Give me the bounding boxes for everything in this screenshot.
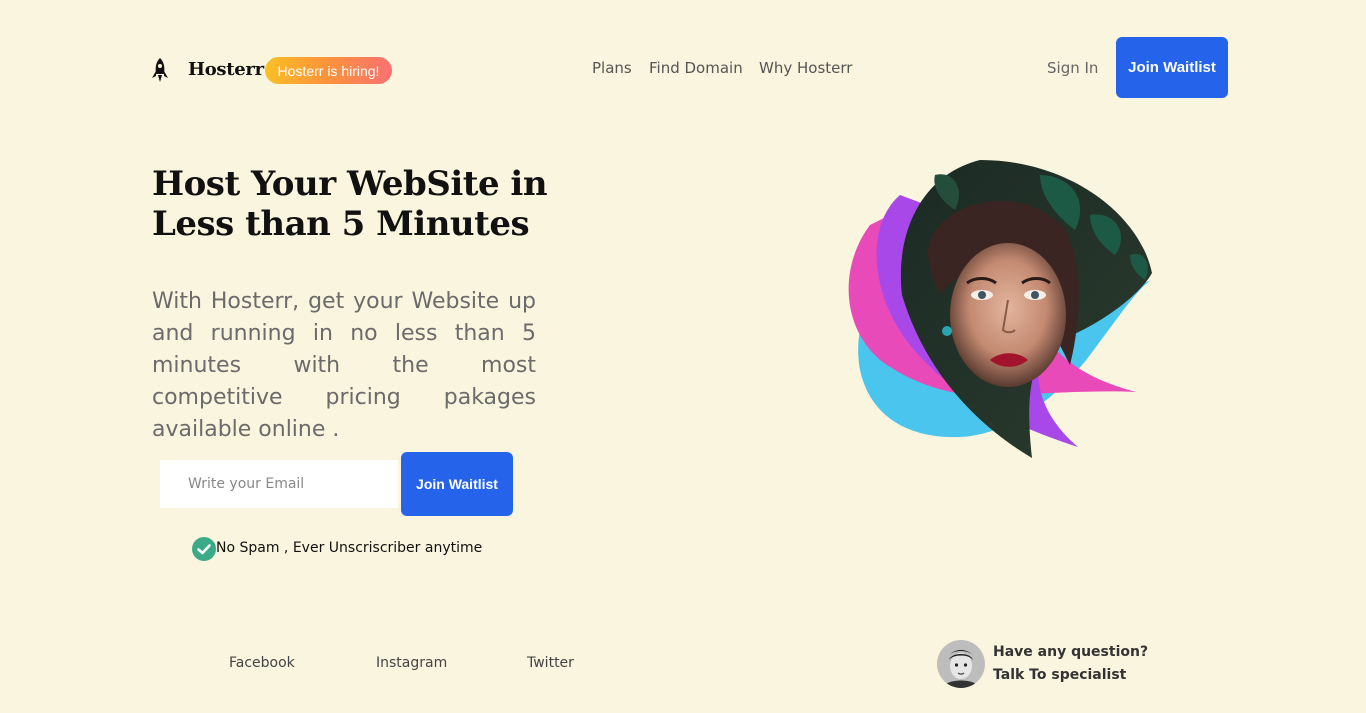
question-heading: Have any question?	[993, 644, 1149, 660]
instagram-link[interactable]: Instagram	[376, 655, 447, 671]
hero-portrait-illustration	[848, 160, 1152, 458]
email-input[interactable]	[160, 460, 398, 508]
hero-join-waitlist-button[interactable]: Join Waitlist	[401, 452, 513, 516]
nav-find-domain[interactable]: Find Domain	[649, 59, 743, 77]
check-circle-icon	[192, 537, 216, 561]
join-waitlist-button[interactable]: Join Waitlist	[1116, 37, 1228, 98]
nav-why-hosterr[interactable]: Why Hosterr	[759, 59, 852, 77]
facebook-link[interactable]: Facebook	[229, 655, 295, 671]
no-spam-note: No Spam , Ever Unscriscriber anytime	[216, 540, 483, 556]
hero-title: Host Your WebSite in Less than 5 Minutes	[152, 164, 548, 244]
hero-description: With Hosterr, get your Website up and ru…	[152, 289, 536, 442]
nav-plans[interactable]: Plans	[592, 59, 632, 77]
talk-to-specialist-link[interactable]: Talk To specialist	[993, 667, 1126, 683]
hiring-badge[interactable]: Hosterr is hiring!	[265, 57, 392, 84]
specialist-avatar[interactable]	[937, 640, 985, 688]
brand-name[interactable]: Hosterr	[188, 59, 264, 80]
avatar-photo	[937, 640, 985, 688]
twitter-link[interactable]: Twitter	[527, 655, 574, 671]
rocket-icon	[152, 58, 168, 82]
sign-in-link[interactable]: Sign In	[1047, 59, 1098, 77]
